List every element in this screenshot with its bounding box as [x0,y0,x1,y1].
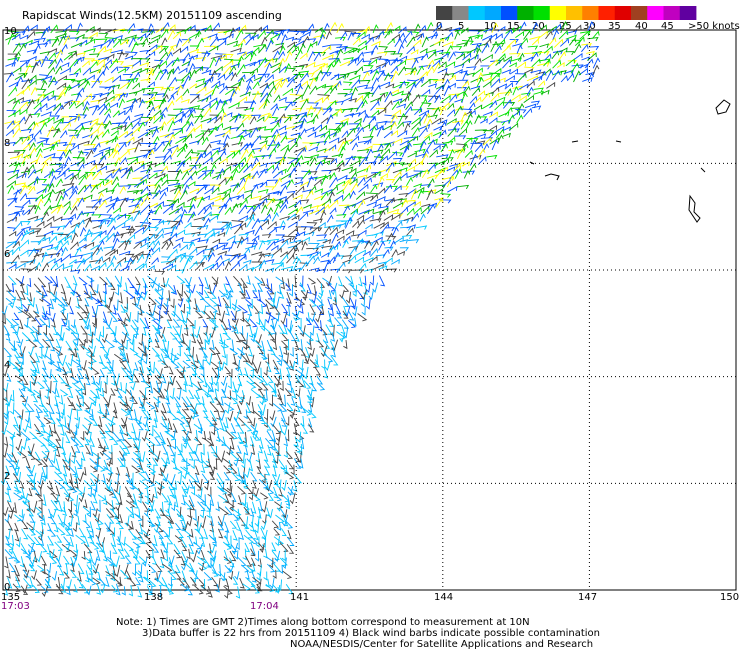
lon-label-138: 138 [144,592,164,603]
wind-barb [587,21,595,31]
lat-label-10: 10 [4,26,17,37]
note-line-3: NOAA/NESDIS/Center for Satellite Applica… [290,639,594,650]
wind-map [0,20,737,599]
lon-label-144: 144 [434,592,454,603]
lon-label-150: 150 [720,592,740,603]
time-label-left: 17:03 [1,601,30,612]
note-line-2: 3)Data buffer is 22 hrs from 20151109 4)… [142,628,600,639]
lon-label-147: 147 [578,592,598,603]
note-line-1: Note: 1) Times are GMT 2)Times along bot… [116,617,530,628]
time-label-mid: 17:04 [250,601,279,612]
lat-label-6: 6 [4,249,11,260]
lat-label-2: 2 [4,471,11,482]
lon-label-141: 141 [290,592,310,603]
lat-label-4: 4 [4,360,11,371]
lat-label-8: 8 [4,138,11,149]
